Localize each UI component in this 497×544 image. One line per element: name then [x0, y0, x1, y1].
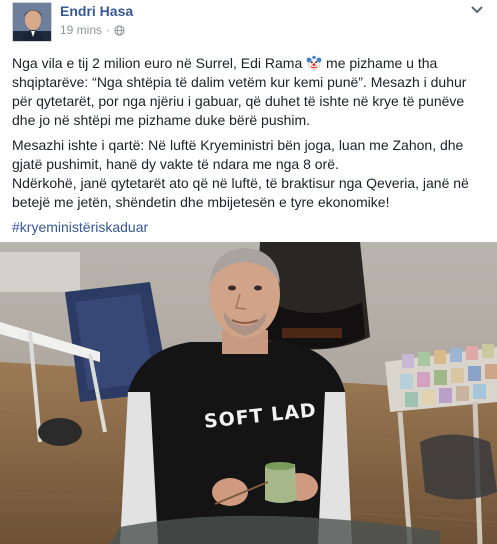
post-meta: 19 mins · [60, 23, 125, 37]
hashtag-line: #kryeministëriskaduar [12, 218, 490, 237]
post-photo[interactable] [0, 242, 497, 544]
meta-separator: · [106, 23, 111, 37]
timestamp[interactable]: 19 mins [60, 23, 102, 37]
post-paragraph-1: Nga vila e tij 2 milion euro në Surrel, … [12, 54, 490, 130]
clown-face-icon [306, 55, 322, 70]
post-header: Endri Hasa 19 mins · [12, 0, 485, 44]
chevron-down-icon[interactable] [469, 4, 485, 16]
post-text: Nga vila e tij 2 milion euro në Surrel, … [12, 54, 490, 243]
author-name[interactable]: Endri Hasa [60, 3, 133, 19]
paragraph-3-text: Ndërkohë, janë qytetarët ato që në luftë… [12, 175, 469, 210]
globe-icon[interactable] [114, 24, 125, 36]
post-paragraph-2: Mesazhi ishte i qartë: Në luftë Kryemini… [12, 136, 490, 212]
avatar[interactable] [12, 2, 52, 42]
paragraph-2-text: Mesazhi ishte i qartë: Në luftë Kryemini… [12, 137, 464, 172]
hashtag-link[interactable]: #kryeministëriskaduar [12, 219, 148, 235]
paragraph-1-start: Nga vila e tij 2 milion euro në Surrel, … [12, 55, 303, 71]
